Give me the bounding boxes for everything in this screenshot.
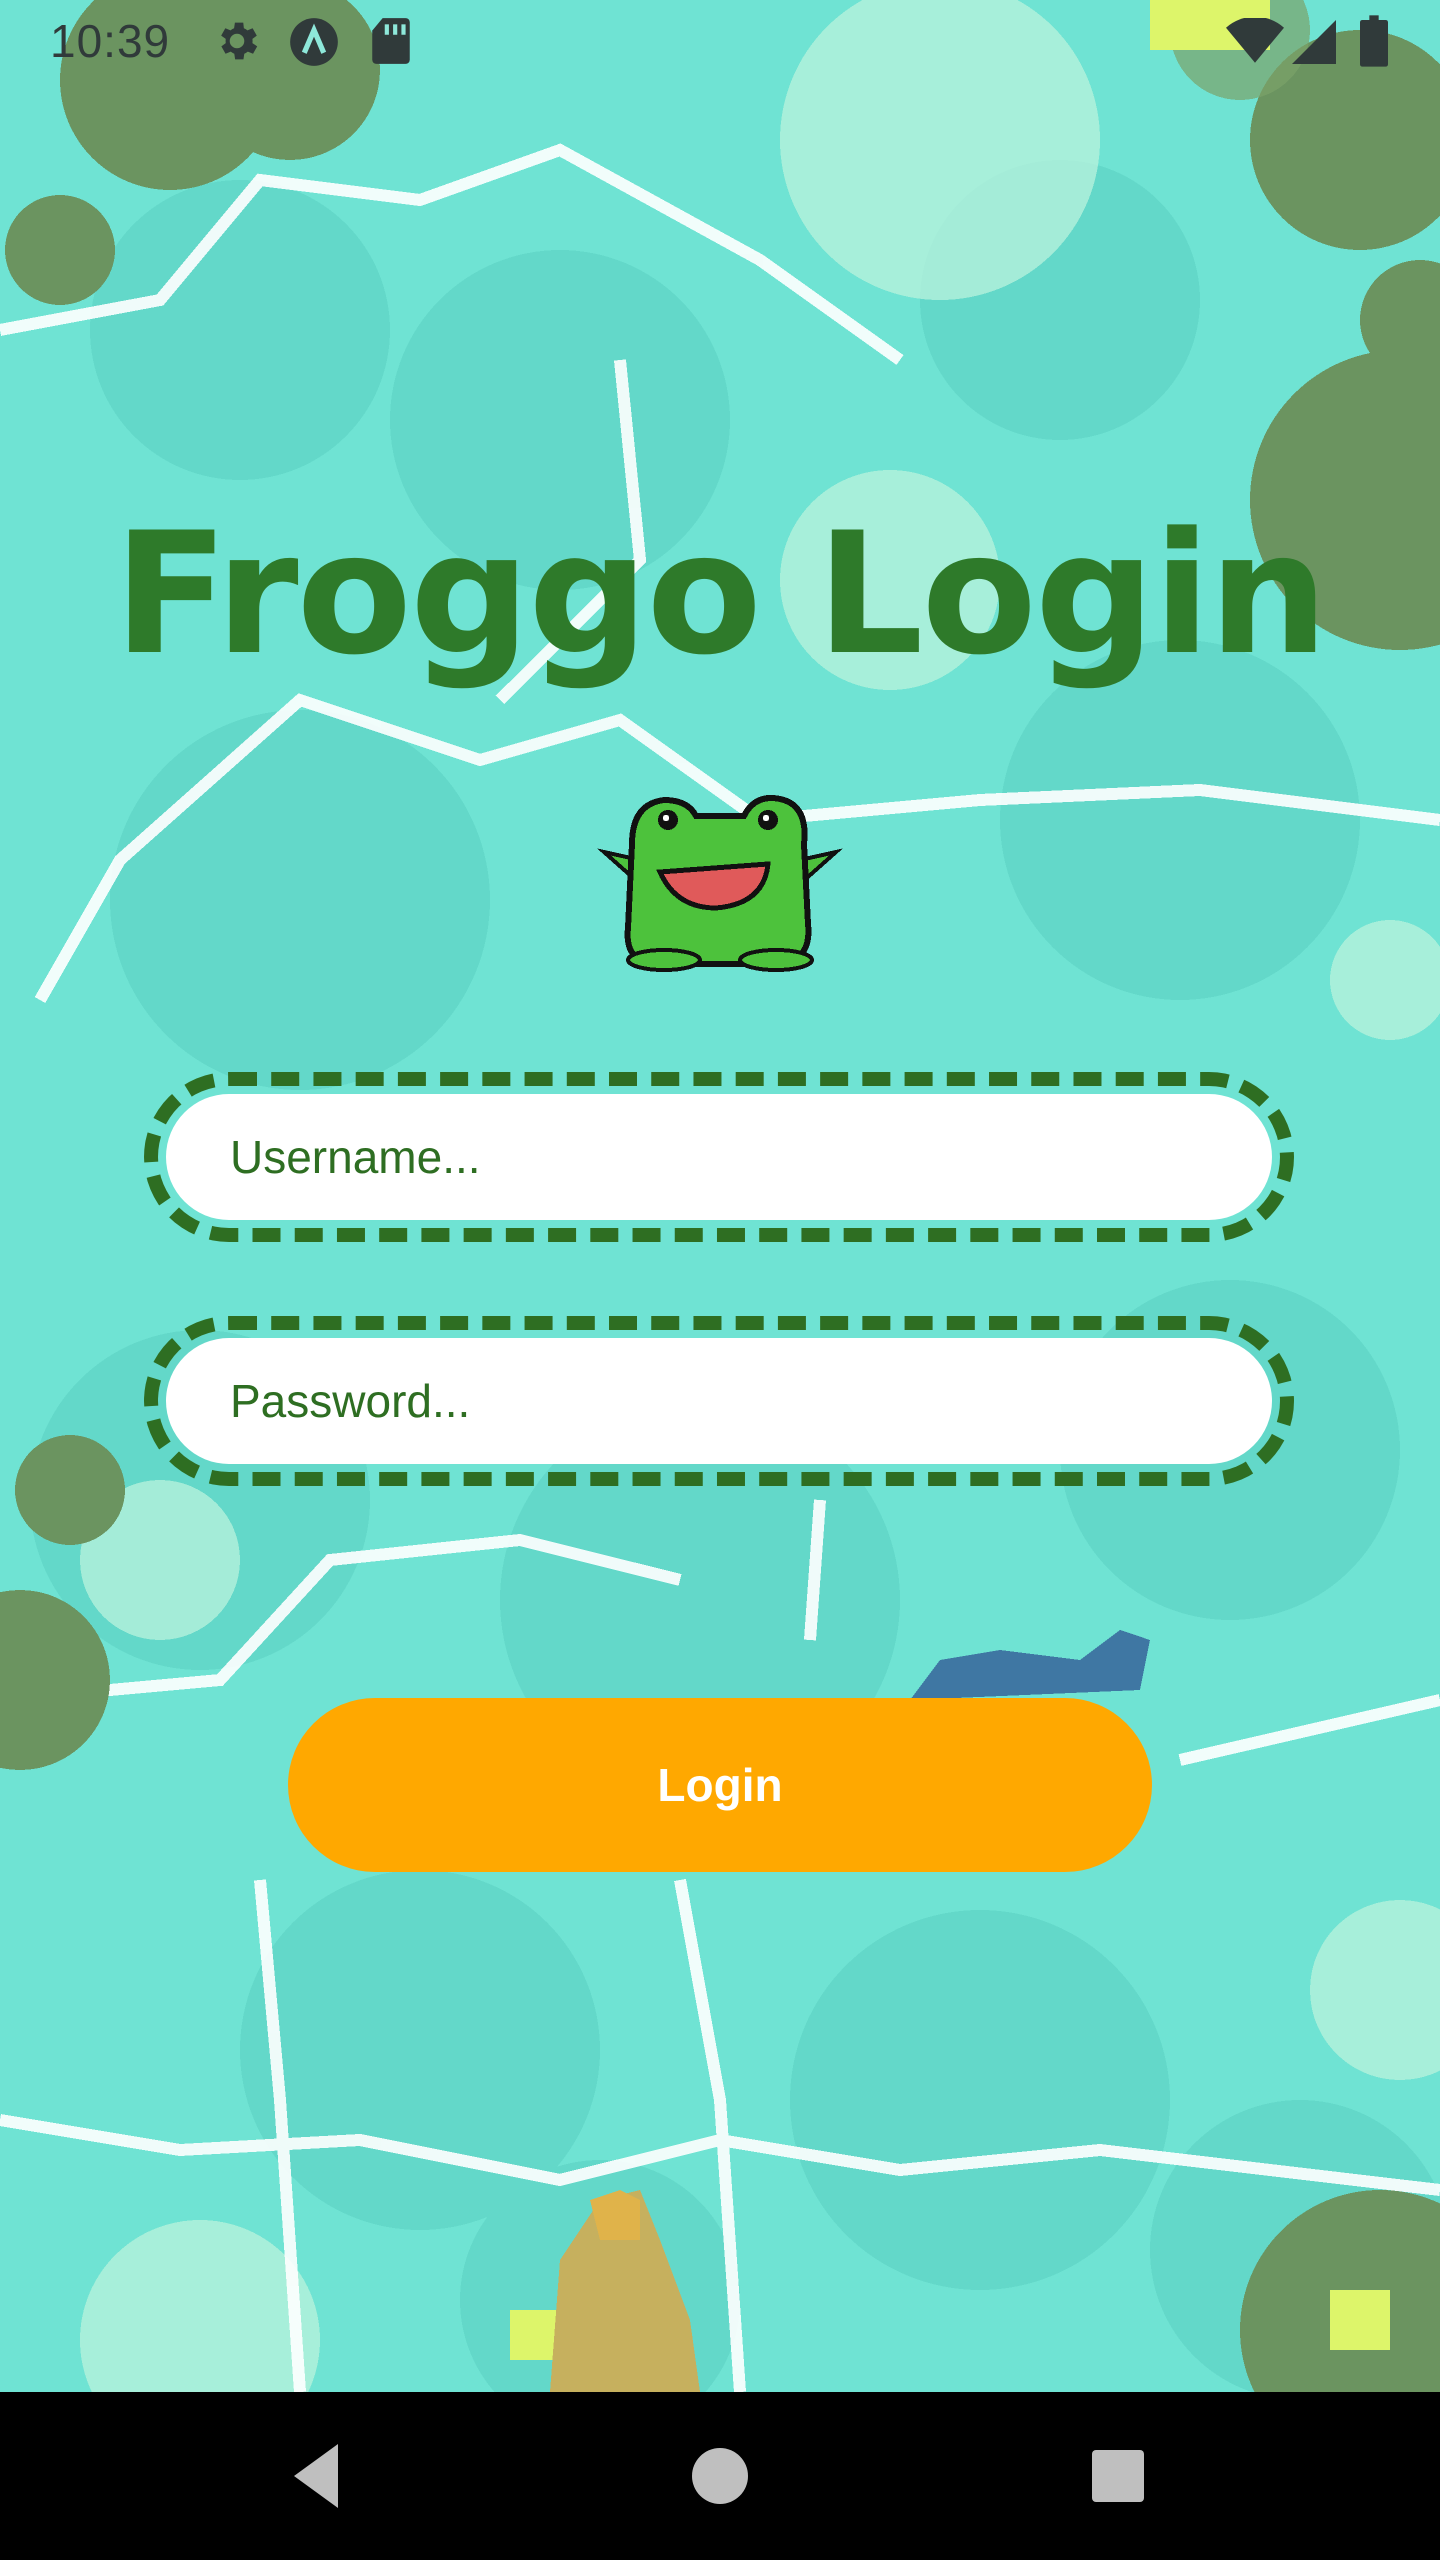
arch-icon [288,16,340,73]
navigation-bar [0,2392,1440,2560]
login-button[interactable]: Login [288,1698,1152,1872]
password-field-border [144,1316,1294,1486]
home-icon[interactable] [680,2436,760,2516]
username-field-border [144,1072,1294,1242]
password-input[interactable] [166,1338,1272,1464]
username-input[interactable] [166,1094,1272,1220]
frog-icon [596,795,844,972]
login-screen: 10:39 Froggo Login Username... Login [0,0,1440,2392]
wifi-icon [1226,16,1284,69]
page-title: Froggo Login [113,496,1329,692]
recents-icon[interactable] [1078,2436,1158,2516]
back-icon[interactable] [278,2436,358,2516]
battery-icon [1360,14,1388,73]
settings-icon [212,16,262,71]
sd-card-icon [370,16,412,71]
cell-signal-icon [1292,20,1336,69]
status-bar: 10:39 [0,0,1440,84]
status-time: 10:39 [50,15,171,67]
